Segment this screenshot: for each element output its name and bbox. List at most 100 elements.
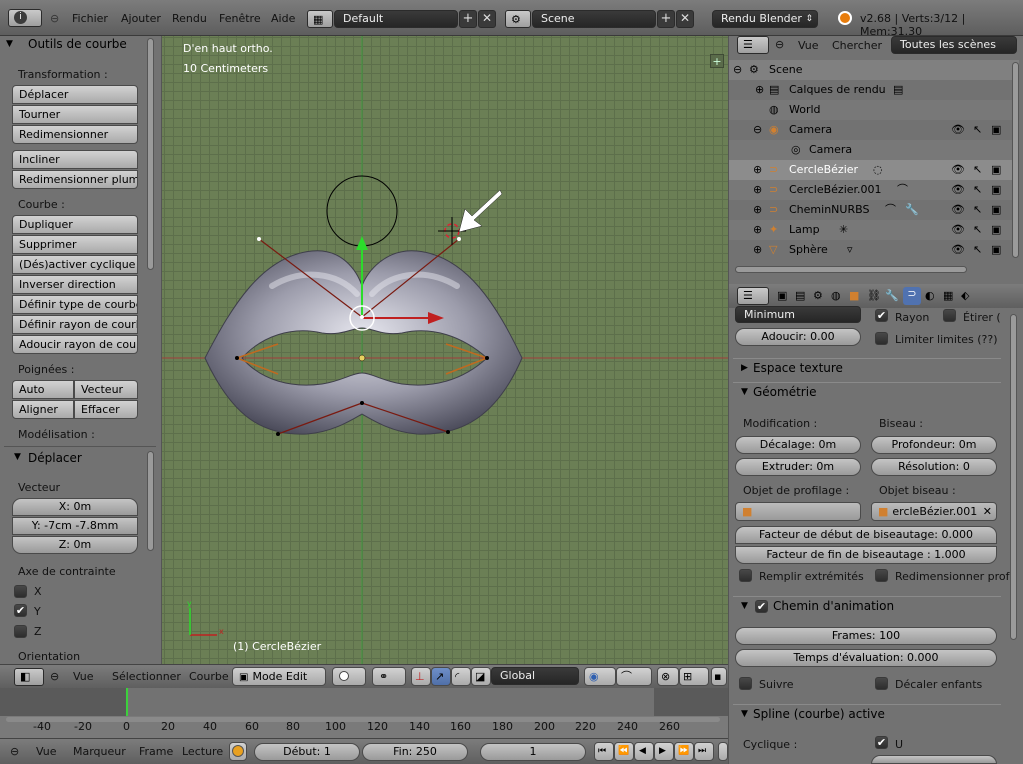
editor-type-button[interactable]: ◧ [14, 668, 44, 686]
rotate-button[interactable]: Tourner [12, 105, 138, 124]
vector-y-field[interactable]: Y: -7cm -7.8mm [12, 517, 138, 535]
scene-icon-button[interactable]: ⚙ [505, 10, 531, 28]
shrink-fatten-button[interactable]: Redimensionner plume de [12, 170, 138, 189]
outliner-row[interactable]: ⊕ ▤ Calques de rendu ▤ [729, 80, 1019, 100]
menu-help[interactable]: Aide [271, 12, 295, 25]
remove-scene-button[interactable]: ✕ [676, 10, 694, 28]
scene-select[interactable]: Scene [532, 10, 656, 28]
select-cursor-icon[interactable]: ↖ [973, 163, 982, 177]
offset-field[interactable]: Décalage: 0m [735, 436, 861, 454]
path-animation-checkbox[interactable]: ✔ [755, 600, 768, 613]
expand-icon[interactable]: ⊕ [753, 243, 762, 257]
duplicate-button[interactable]: Dupliquer [12, 215, 138, 234]
visibility-eye-icon[interactable]: 👁 [951, 223, 965, 237]
outliner-row[interactable]: ◎ Camera [729, 140, 1019, 160]
collapse-icon[interactable]: ⊖ [50, 12, 59, 25]
handle-align-button[interactable]: Aligner [12, 400, 74, 419]
smooth-radius-button[interactable]: Adoucir rayon de courbe [12, 335, 138, 354]
taper-object-field[interactable]: ■ [735, 502, 861, 521]
bevel-object-field[interactable]: ■ ercleBézier.001 ✕ [871, 502, 997, 521]
resize-button[interactable]: Redimensionner [12, 125, 138, 144]
properties-editor-type[interactable]: ☰ [737, 287, 769, 305]
timeline-scrollbar[interactable] [6, 717, 720, 722]
path-frames-field[interactable]: Frames: 100 [735, 627, 997, 645]
active-spline-panel-header[interactable]: ▼ Spline (courbe) active [733, 704, 1001, 724]
timeline[interactable]: -40 -20 0 20 40 60 80 100 120 140 160 18… [0, 688, 728, 738]
menu-view[interactable]: Vue [73, 670, 94, 683]
snap-toggle[interactable]: ⊗ [657, 667, 679, 686]
tilt-button[interactable]: Incliner [12, 150, 138, 169]
curve-data-tab-icon[interactable]: ⊃ [903, 287, 921, 305]
menu-view[interactable]: Vue [798, 39, 819, 52]
bevel-depth-field[interactable]: Profondeur: 0m [871, 436, 997, 454]
snap-target-select[interactable]: ▪ [711, 667, 727, 686]
collapse-icon[interactable]: ⊖ [775, 38, 784, 51]
outliner-editor-type[interactable]: ☰ [737, 36, 769, 54]
start-frame-field[interactable]: Début: 1 [254, 743, 360, 761]
prev-keyframe-button[interactable]: ⏪ [614, 742, 634, 761]
jump-start-button[interactable]: ⏮ [594, 742, 614, 761]
collapse-icon[interactable]: ⊖ [10, 745, 19, 758]
toggle-cyclic-button[interactable]: (Dés)activer cyclique [12, 255, 138, 274]
mode-select[interactable]: ▣ Mode Edit [232, 667, 326, 686]
constraint-x-checkbox[interactable] [14, 585, 27, 598]
falloff-select[interactable]: ⌒ [616, 667, 652, 686]
add-layout-button[interactable]: + [459, 10, 477, 28]
outliner-h-scrollbar[interactable] [735, 266, 967, 273]
play-reverse-button[interactable]: ◀ [634, 742, 654, 761]
object-tab-icon[interactable]: ■ [849, 289, 859, 303]
handle-auto-button[interactable]: Auto [12, 380, 74, 399]
menu-playback[interactable]: Lecture [182, 745, 223, 758]
bevel-factor-start-field[interactable]: Facteur de début de biseautage: 0.000 [735, 526, 997, 544]
manipulator-toggle[interactable]: ⊥ [411, 667, 431, 686]
scale-manipulator[interactable]: ◪ [471, 667, 491, 686]
record-button[interactable] [718, 742, 728, 761]
outliner-v-scrollbar[interactable] [1012, 62, 1019, 258]
fill-caps-checkbox[interactable] [739, 569, 752, 582]
constraint-y-checkbox[interactable]: ✔ [14, 604, 27, 617]
proportional-edit-select[interactable]: ◉ [584, 667, 616, 686]
keying-set-button[interactable] [229, 742, 247, 761]
eval-time-field[interactable]: Temps d'évaluation: 0.000 [735, 649, 997, 667]
outliner-row[interactable]: ⊕ ⊃ CercleBézier ◌ 👁 ↖ ▣ [729, 160, 1019, 180]
render-camera-icon[interactable]: ▣ [991, 163, 1001, 177]
select-cursor-icon[interactable]: ↖ [973, 183, 982, 197]
next-keyframe-button[interactable]: ⏩ [674, 742, 694, 761]
add-scene-button[interactable]: + [657, 10, 675, 28]
smooth-field[interactable]: Adoucir: 0.00 [735, 328, 861, 346]
bevel-resolution-field[interactable]: Résolution: 0 [871, 458, 997, 476]
menu-file[interactable]: Fichier [72, 12, 108, 25]
render-engine-select[interactable]: Rendu Blender ⇕ [712, 10, 818, 28]
info-editor-button[interactable]: i [8, 9, 42, 27]
bounds-clamp-checkbox[interactable] [875, 332, 888, 345]
resolution-u-field[interactable] [871, 755, 997, 764]
physics-tab-icon[interactable]: ⬖ [961, 289, 969, 303]
expand-icon[interactable]: ⊕ [753, 223, 762, 237]
select-cursor-icon[interactable]: ↖ [973, 123, 982, 137]
3d-viewport[interactable]: D'en haut ortho. 10 Centimeters x y (1) … [162, 36, 728, 664]
texture-tab-icon[interactable]: ▦ [943, 289, 953, 303]
handle-free-button[interactable]: Effacer [74, 400, 138, 419]
layout-icon-button[interactable]: ▦ [307, 10, 333, 28]
region-plus-icon[interactable]: + [710, 54, 724, 68]
visibility-eye-icon[interactable]: 👁 [951, 123, 965, 137]
current-frame-line[interactable] [126, 688, 128, 716]
twist-method-select[interactable]: Minimum [735, 306, 861, 323]
material-tab-icon[interactable]: ◐ [925, 289, 935, 303]
menu-window[interactable]: Fenêtre [219, 12, 261, 25]
vector-x-field[interactable]: X: 0m [12, 498, 138, 516]
follow-checkbox[interactable] [739, 677, 752, 690]
toolshelf-scrollbar[interactable] [147, 38, 154, 270]
outliner-row[interactable]: ⊕ ▽ Sphère ▿ 👁 ↖ ▣ [729, 240, 1019, 260]
expand-icon[interactable]: ⊖ [753, 123, 762, 137]
panel-toggle-icon[interactable]: ▼ [6, 39, 13, 49]
radius-checkbox[interactable]: ✔ [875, 309, 888, 322]
texture-space-panel-header[interactable]: ▶ Espace texture [733, 358, 1001, 378]
menu-view[interactable]: Vue [36, 745, 57, 758]
offset-children-checkbox[interactable] [875, 677, 888, 690]
modifiers-tab-icon[interactable]: 🔧 [885, 289, 899, 303]
stretch-checkbox[interactable] [943, 309, 956, 322]
map-taper-checkbox[interactable] [875, 569, 888, 582]
snap-element-select[interactable]: ⊞ [679, 667, 709, 686]
set-spline-type-button[interactable]: Définir type de courbe [12, 295, 138, 314]
